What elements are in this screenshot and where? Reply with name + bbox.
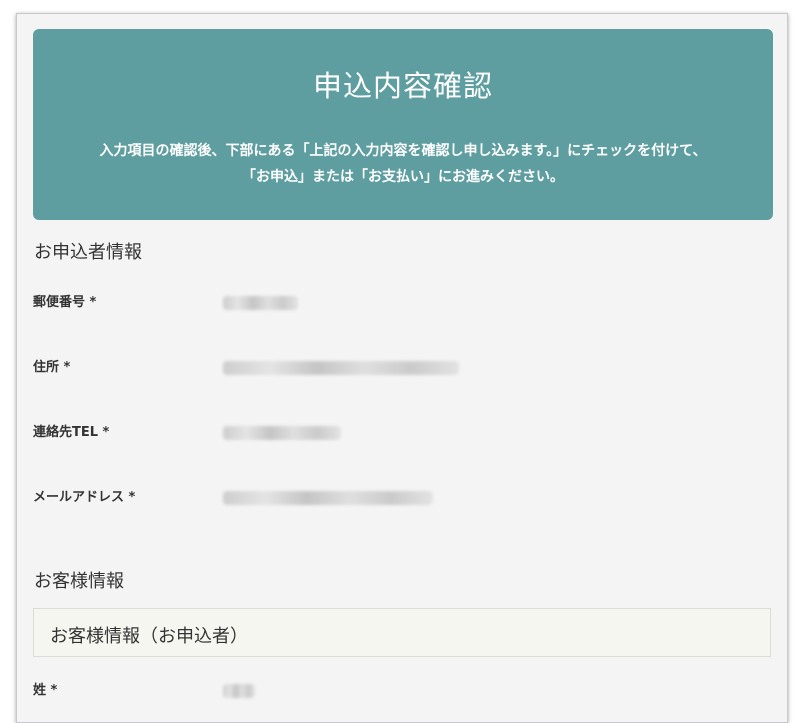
postal-code-label: 郵便番号 * [33, 295, 97, 310]
email-value-redacted [223, 491, 433, 505]
customer-subsection-title: お客様情報（お申込者） [50, 626, 248, 647]
confirmation-page: 申込内容確認 入力項目の確認後、下部にある「上記の入力内容を確認し申し込みます。… [16, 13, 788, 723]
confirmation-header: 申込内容確認 入力項目の確認後、下部にある「上記の入力内容を確認し申し込みます。… [33, 29, 773, 220]
header-description: 入力項目の確認後、下部にある「上記の入力内容を確認し申し込みます。」にチェックを… [33, 138, 773, 190]
last-name-label: 姓 * [33, 683, 58, 698]
customer-subsection-header: お客様情報（お申込者） [33, 608, 771, 657]
header-description-line1: 入力項目の確認後、下部にある「上記の入力内容を確認し申し込みます。」にチェックを… [99, 143, 707, 159]
phone-value-redacted [223, 426, 341, 440]
address-label: 住所 * [33, 360, 71, 375]
customer-section-title: お客様情報 [34, 571, 124, 592]
header-description-line2: 「お申込」または「お支払い」にお進みください。 [242, 169, 564, 185]
page-title: 申込内容確認 [312, 69, 493, 103]
address-value-redacted [223, 361, 459, 375]
email-label: メールアドレス * [33, 490, 136, 505]
postal-code-value-redacted [223, 296, 298, 310]
last-name-value-redacted [223, 684, 255, 698]
applicant-section-title: お申込者情報 [34, 242, 142, 263]
phone-label: 連絡先TEL * [33, 425, 110, 440]
